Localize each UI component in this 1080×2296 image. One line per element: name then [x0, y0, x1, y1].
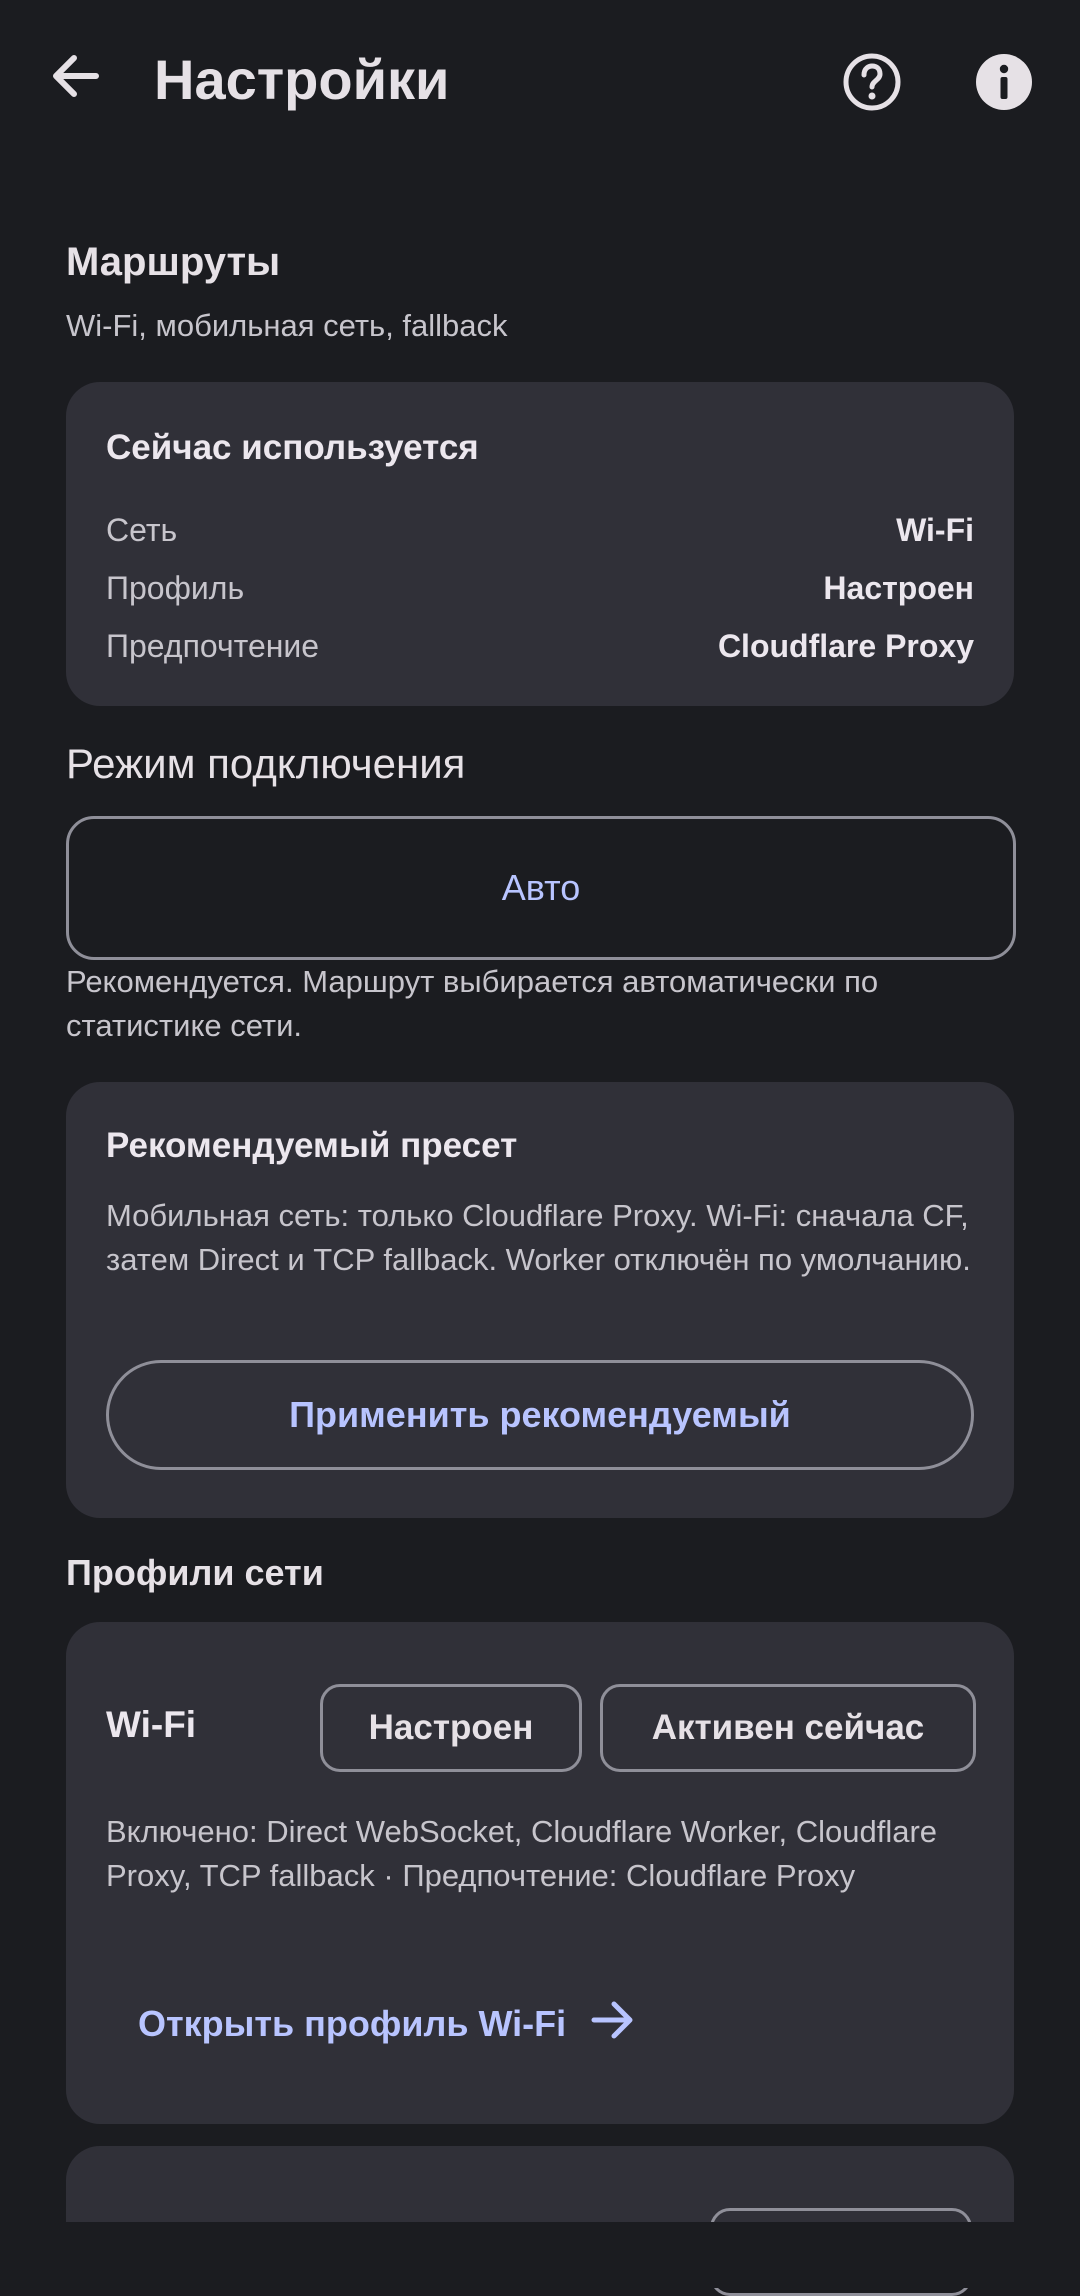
mode-title: Режим подключения [66, 740, 466, 787]
apply-recommended-button[interactable]: Применить рекомендуемый [106, 1360, 974, 1470]
row-key: Сеть [106, 512, 178, 548]
row-key: Профиль [106, 570, 245, 606]
preset-title: Рекомендуемый пресет [106, 1126, 518, 1165]
arrow-back-icon[interactable] [44, 44, 108, 108]
configured-chip: Настроен [320, 1684, 582, 1772]
info-icon[interactable] [968, 46, 1040, 118]
routes-title: Маршруты [66, 240, 281, 284]
wifi-profile-details: Включено: Direct WebSocket, Cloudflare W… [106, 1814, 938, 1893]
preset-card: Рекомендуемый пресет Мобильная сеть: тол… [66, 1082, 1014, 1518]
preset-text: Мобильная сеть: только Cloudflare Proxy.… [106, 1198, 971, 1277]
current-row-preference: Предпочтение Cloudflare Proxy [106, 628, 974, 668]
row-value: Настроен [823, 570, 974, 606]
profiles-title: Профили сети [66, 1552, 324, 1593]
row-value: Wi-Fi [896, 512, 974, 548]
arrow-forward-icon [586, 1994, 638, 2055]
current-usage-card: Сейчас используется Сеть Wi-Fi Профиль Н… [66, 382, 1014, 706]
help-circle-icon[interactable] [836, 46, 908, 118]
top-app-bar: Настройки [0, 0, 1080, 160]
row-value: Cloudflare Proxy [717, 628, 974, 664]
mode-description: Рекомендуется. Маршрут выбирается автома… [66, 964, 879, 1043]
open-wifi-profile-link[interactable]: Открыть профиль Wi-Fi [138, 1994, 638, 2054]
current-row-profile: Профиль Настроен [106, 570, 974, 610]
wifi-profile-name: Wi-Fi [106, 1704, 197, 1745]
row-key: Предпочтение [106, 628, 320, 664]
mode-select-button[interactable]: Авто [66, 816, 1016, 960]
page-title: Настройки [154, 48, 450, 111]
current-row-network: Сеть Wi-Fi [106, 512, 974, 552]
open-wifi-profile-label: Открыть профиль Wi-Fi [138, 2003, 567, 2044]
routes-subtitle: Wi-Fi, мобильная сеть, fallback [66, 308, 508, 343]
bottom-safe-area [0, 2222, 1080, 2288]
active-now-chip: Активен сейчас [600, 1684, 976, 1772]
current-usage-title: Сейчас используется [106, 428, 479, 467]
